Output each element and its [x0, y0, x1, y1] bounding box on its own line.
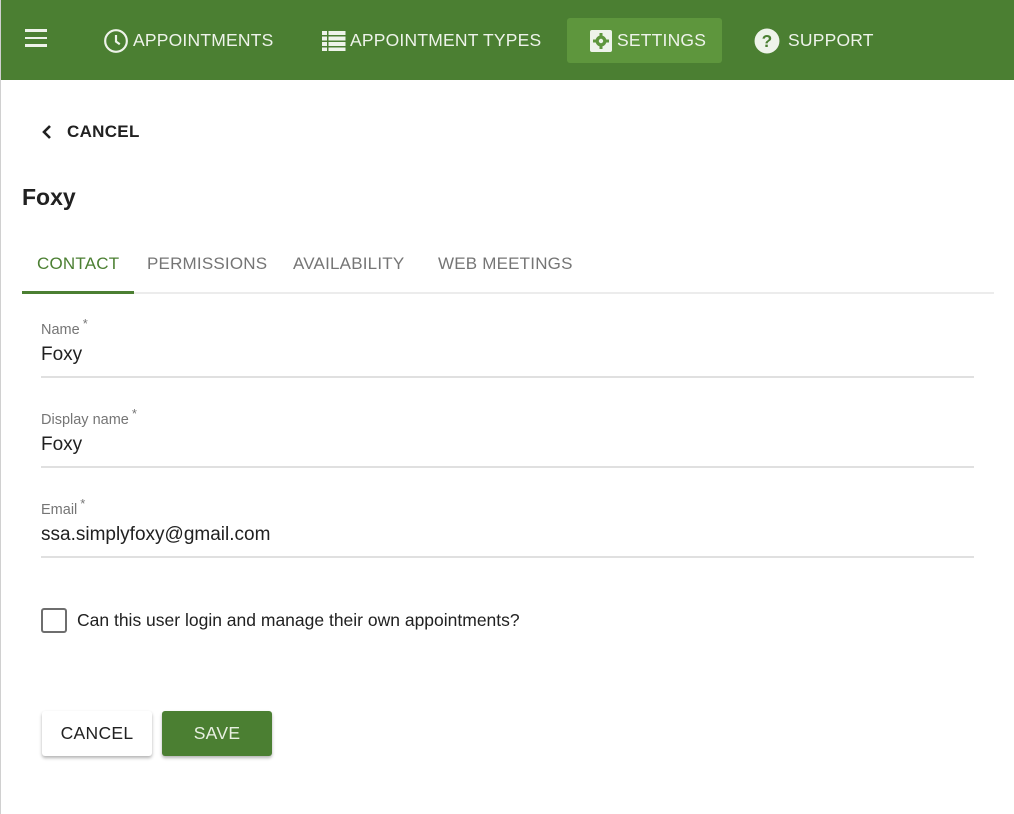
self-manage-checkbox-row[interactable]: Can this user login and manage their own… — [41, 608, 520, 633]
required-mark: * — [131, 406, 137, 421]
nav-settings-label: SETTINGS — [617, 30, 707, 50]
page-title: Foxy — [22, 184, 76, 210]
tab-availability[interactable]: AVAILABILITY — [278, 240, 419, 292]
nav-settings[interactable]: SETTINGS — [567, 18, 722, 63]
display-name-input[interactable] — [41, 434, 974, 456]
email-input[interactable] — [41, 524, 974, 546]
app-frame: APPOINTMENTS APPOINTMENT TYPES SETTINGS … — [0, 0, 1014, 814]
tab-web-meetings[interactable]: WEB MEETINGS — [423, 240, 588, 292]
display-name-field: Display name * — [41, 406, 974, 468]
cancel-button[interactable]: CANCEL — [42, 711, 152, 756]
tab-contact[interactable]: CONTACT — [22, 240, 135, 294]
nav-appointments[interactable]: APPOINTMENTS — [95, 18, 281, 63]
hamburger-menu-icon[interactable] — [23, 29, 49, 51]
nav-appointment-types-label: APPOINTMENT TYPES — [350, 30, 542, 50]
self-manage-checkbox-label: Can this user login and manage their own… — [77, 610, 520, 630]
email-label: Email * — [41, 496, 85, 518]
list-icon — [322, 30, 346, 51]
nav-support[interactable]: ? SUPPORT — [746, 18, 882, 63]
back-cancel-label: CANCEL — [67, 122, 140, 141]
display-name-label-text: Display name — [41, 412, 129, 428]
gear-icon — [590, 29, 612, 52]
nav-appointments-label: APPOINTMENTS — [133, 30, 274, 50]
name-input[interactable] — [41, 344, 974, 366]
tab-bar: CONTACT PERMISSIONS AVAILABILITY WEB MEE… — [22, 240, 994, 294]
nav-appointment-types[interactable]: APPOINTMENT TYPES — [314, 18, 549, 63]
help-circle-icon: ? — [754, 28, 780, 53]
back-cancel-link[interactable]: CANCEL — [41, 116, 140, 148]
top-navigation-bar: APPOINTMENTS APPOINTMENT TYPES SETTINGS … — [1, 0, 1014, 80]
required-mark: * — [82, 316, 88, 331]
save-button[interactable]: SAVE — [162, 711, 272, 756]
email-field: Email * — [41, 496, 974, 558]
required-mark: * — [80, 496, 86, 511]
name-label-text: Name — [41, 322, 80, 338]
self-manage-checkbox[interactable] — [41, 608, 67, 633]
clock-icon — [104, 28, 128, 53]
chevron-left-icon — [42, 125, 51, 139]
email-label-text: Email — [41, 502, 78, 518]
nav-support-label: SUPPORT — [788, 30, 874, 50]
svg-text:?: ? — [762, 30, 773, 50]
name-field: Name * — [41, 316, 974, 378]
tab-permissions[interactable]: PERMISSIONS — [132, 240, 282, 292]
name-label: Name * — [41, 316, 88, 338]
display-name-label: Display name * — [41, 406, 137, 428]
